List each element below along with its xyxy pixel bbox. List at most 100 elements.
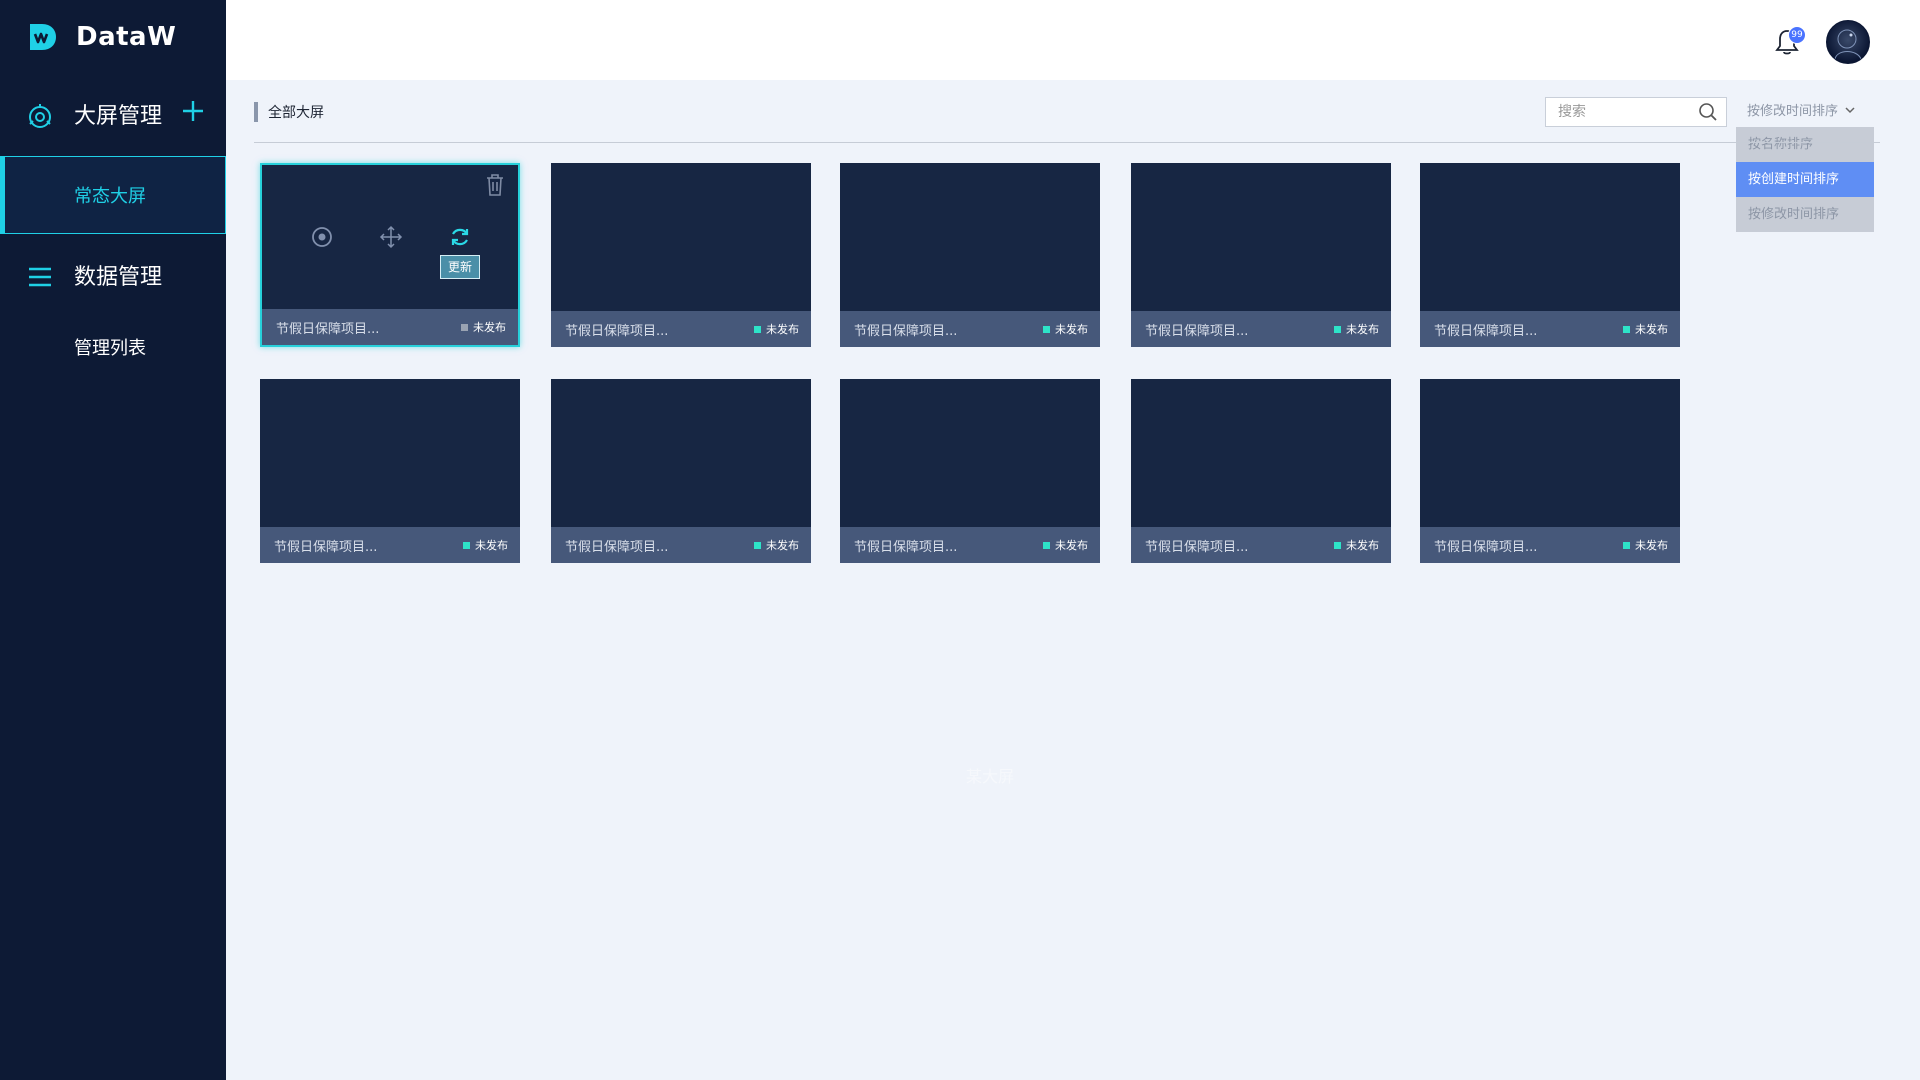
sort-dropdown[interactable]: 按修改时间排序 — [1747, 100, 1856, 119]
status-text: 未发布 — [1635, 323, 1668, 336]
notification-badge: 99 — [1788, 26, 1806, 44]
status-text: 未发布 — [1635, 539, 1668, 552]
sort-option-name[interactable]: 按名称排序 — [1736, 127, 1874, 162]
sidebar-item-manage-list[interactable]: 管理列表 — [0, 308, 226, 386]
status-badge: 未发布 — [1623, 321, 1668, 337]
status-dot — [1334, 325, 1341, 333]
sort-option-created[interactable]: 按创建时间排序 — [1736, 162, 1874, 197]
card-footer: 节假日保障项目... 未发布 — [1420, 527, 1680, 563]
active-indicator — [0, 157, 5, 233]
screen-card[interactable]: 节假日保障项目... 未发布 — [1131, 379, 1391, 563]
status-dot — [461, 323, 468, 331]
main-content: 全部大屏 按修改时间排序 按名称排序 按创建时间排序 按修改时间排序 — [226, 80, 1920, 1080]
plus-icon[interactable] — [180, 98, 206, 124]
card-footer: 节假日保障项目... 未发布 — [551, 527, 811, 563]
divider — [254, 142, 1880, 143]
card-title: 节假日保障项目... — [276, 321, 380, 337]
card-footer: 节假日保障项目... 未发布 — [260, 527, 520, 563]
card-footer: 节假日保障项目... 未发布 — [1131, 311, 1391, 347]
section-header: 全部大屏 — [254, 102, 324, 122]
status-badge: 未发布 — [1334, 321, 1379, 337]
top-header: 99 — [226, 0, 1920, 80]
card-footer: 节假日保障项目... 未发布 — [1131, 527, 1391, 563]
screen-card[interactable]: 节假日保障项目... 未发布 — [1420, 379, 1680, 563]
refresh-icon[interactable] — [448, 225, 472, 249]
screen-card[interactable]: 节假日保障项目... 未发布 — [551, 379, 811, 563]
watermark-text: 某大屏 — [966, 767, 1015, 786]
status-dot — [1623, 325, 1630, 333]
card-title: 节假日保障项目... — [1434, 323, 1538, 339]
status-badge: 未发布 — [754, 537, 799, 553]
status-dot — [1623, 541, 1630, 549]
screen-target-icon — [29, 104, 51, 128]
status-dot — [463, 541, 470, 549]
status-text: 未发布 — [1055, 539, 1088, 552]
move-icon[interactable] — [379, 225, 403, 249]
status-badge: 未发布 — [461, 319, 506, 335]
search-input[interactable] — [1546, 103, 1700, 121]
status-text: 未发布 — [1346, 539, 1379, 552]
app-logo[interactable]: DataW — [28, 22, 176, 52]
status-dot — [1043, 541, 1050, 549]
search-icon[interactable] — [1698, 102, 1718, 122]
dataw-logo-icon — [30, 24, 56, 50]
screen-card[interactable]: 节假日保障项目... 未发布 — [551, 163, 811, 347]
sort-option-modified[interactable]: 按修改时间排序 — [1736, 197, 1874, 232]
status-dot — [754, 541, 761, 549]
card-footer: 节假日保障项目... 未发布 — [262, 309, 518, 345]
nav-group-data-management[interactable]: 数据管理 — [0, 255, 226, 295]
status-badge: 未发布 — [754, 321, 799, 337]
status-text: 未发布 — [1346, 323, 1379, 336]
card-title: 节假日保障项目... — [854, 323, 958, 339]
card-title: 节假日保障项目... — [565, 539, 669, 555]
sidebar-item-normal-screen[interactable]: 常态大屏 — [0, 156, 226, 234]
status-badge: 未发布 — [1043, 321, 1088, 337]
avatar-face-icon — [1834, 29, 1862, 60]
chevron-down-icon — [1845, 106, 1855, 113]
status-badge: 未发布 — [1043, 537, 1088, 553]
trash-icon[interactable] — [484, 173, 506, 197]
card-footer: 节假日保障项目... 未发布 — [840, 311, 1100, 347]
sidebar-item-label: 管理列表 — [74, 338, 146, 359]
card-title: 节假日保障项目... — [1145, 323, 1249, 339]
status-text: 未发布 — [473, 321, 506, 334]
screen-card[interactable]: 节假日保障项目... 未发布 — [840, 163, 1100, 347]
screen-card[interactable]: 节假日保障项目... 未发布 — [840, 379, 1100, 563]
nav-group-label: 数据管理 — [74, 265, 163, 290]
status-dot — [754, 325, 761, 333]
status-badge: 未发布 — [1334, 537, 1379, 553]
status-text: 未发布 — [766, 539, 799, 552]
section-marker — [254, 102, 258, 122]
nav-group-label: 大屏管理 — [74, 104, 163, 129]
status-badge: 未发布 — [463, 537, 508, 553]
status-dot — [1043, 325, 1050, 333]
card-footer: 节假日保障项目... 未发布 — [840, 527, 1100, 563]
avatar[interactable] — [1826, 20, 1870, 64]
screen-card[interactable]: 节假日保障项目... 未发布 — [1420, 163, 1680, 347]
status-text: 未发布 — [475, 539, 508, 552]
card-title: 节假日保障项目... — [565, 323, 669, 339]
status-badge: 未发布 — [1623, 537, 1668, 553]
card-footer: 节假日保障项目... 未发布 — [551, 311, 811, 347]
screen-card[interactable]: 更新 节假日保障项目... 未发布 — [260, 163, 520, 347]
status-text: 未发布 — [1055, 323, 1088, 336]
card-title: 节假日保障项目... — [1434, 539, 1538, 555]
sidebar: DataW 大屏管理 常态大屏 数据管理 管理列表 — [0, 0, 226, 1080]
update-tooltip: 更新 — [440, 255, 480, 279]
screen-card[interactable]: 节假日保障项目... 未发布 — [260, 379, 520, 563]
search-box — [1545, 97, 1727, 127]
card-title: 节假日保障项目... — [274, 539, 378, 555]
card-title: 节假日保障项目... — [1145, 539, 1249, 555]
status-text: 未发布 — [766, 323, 799, 336]
card-title: 节假日保障项目... — [854, 539, 958, 555]
eye-icon[interactable] — [310, 225, 334, 249]
sidebar-item-label: 常态大屏 — [74, 186, 146, 207]
app-name: DataW — [76, 22, 177, 52]
card-footer: 节假日保障项目... 未发布 — [1420, 311, 1680, 347]
nav-group-screen-management[interactable]: 大屏管理 — [0, 94, 226, 134]
screen-card[interactable]: 节假日保障项目... 未发布 — [1131, 163, 1391, 347]
list-menu-icon — [29, 267, 51, 287]
status-dot — [1334, 541, 1341, 549]
section-title: 全部大屏 — [268, 105, 324, 121]
sort-current-label: 按修改时间排序 — [1747, 104, 1839, 119]
